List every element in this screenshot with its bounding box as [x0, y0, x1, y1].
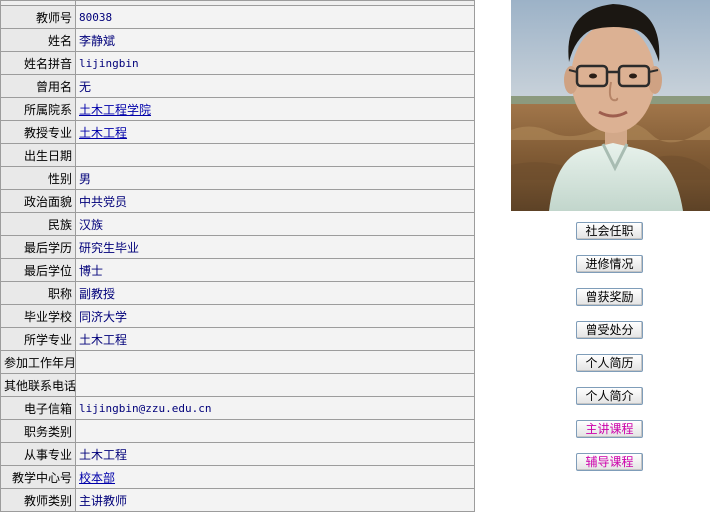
table-row: 性别男 — [0, 166, 475, 190]
field-value: 土木工程学院 — [75, 97, 475, 121]
teacher-photo — [511, 0, 710, 211]
table-row: 姓名 李静斌 — [0, 28, 475, 52]
table-row: 最后学历 研究生毕业 — [0, 235, 475, 259]
field-value: 同济大学 — [75, 304, 475, 328]
field-label: 教授专业 — [0, 120, 76, 144]
table-row: 民族 汉族 — [0, 212, 475, 236]
table-row: 教师类别 主讲教师 — [0, 488, 475, 512]
field-value: 副教授 — [75, 281, 475, 305]
info-table-body: 教师号 80038 姓名 李静斌 姓名拼音 lijingbin 曾用名无所属院系 土木工程学院… — [0, 0, 475, 512]
field-value: lijingbin — [75, 51, 475, 75]
field-value: lijingbin@zzu.edu.cn — [75, 396, 475, 420]
field-label: 最后学位 — [0, 258, 76, 282]
table-row: 政治面貌 中共党员 — [0, 189, 475, 213]
tutoring-courses-button[interactable]: 辅导课程 — [576, 453, 643, 471]
field-label: 从事专业 — [0, 442, 76, 466]
field-value-link[interactable]: 土木工程学院 — [79, 103, 151, 117]
field-label: 教师号 — [0, 5, 76, 29]
resume-button[interactable]: 个人简历 — [576, 354, 643, 372]
field-value — [75, 143, 475, 167]
field-value: 校本部 — [75, 465, 475, 489]
social-positions-button[interactable]: 社会任职 — [576, 222, 643, 240]
table-row: 职称 副教授 — [0, 281, 475, 305]
field-value: 土木工程 — [75, 442, 475, 466]
field-value — [75, 419, 475, 443]
field-label: 所学专业 — [0, 327, 76, 351]
table-row: 最后学位 博士 — [0, 258, 475, 282]
taught-courses-button[interactable]: 主讲课程 — [576, 420, 643, 438]
field-value: 汉族 — [75, 212, 475, 236]
table-row: 教授专业 土木工程 — [0, 120, 475, 144]
field-value: 主讲教师 — [75, 488, 475, 512]
table-row: 教师号 80038 — [0, 5, 475, 29]
personal-intro-button[interactable]: 个人简介 — [576, 387, 643, 405]
field-value-link[interactable]: 校本部 — [79, 471, 115, 485]
field-label: 出生日期 — [0, 143, 76, 167]
disciplinary-record-button[interactable]: 曾受处分 — [576, 321, 643, 339]
field-label: 所属院系 — [0, 97, 76, 121]
table-row: 电子信箱 lijingbin@zzu.edu.cn — [0, 396, 475, 420]
table-row: 参加工作年月 — [0, 350, 475, 374]
table-row: 教学中心号 校本部 — [0, 465, 475, 489]
field-label: 教师类别 — [0, 488, 76, 512]
field-value: 土木工程 — [75, 120, 475, 144]
further-study-button[interactable]: 进修情况 — [576, 255, 643, 273]
table-row: 曾用名无 — [0, 74, 475, 98]
field-label: 性别 — [0, 166, 76, 190]
table-row: 所学专业 土木工程 — [0, 327, 475, 351]
field-label: 教学中心号 — [0, 465, 76, 489]
table-row: 姓名拼音 lijingbin — [0, 51, 475, 75]
field-label: 职务类别 — [0, 419, 76, 443]
field-label: 参加工作年月 — [0, 350, 76, 374]
table-row: 毕业学校 同济大学 — [0, 304, 475, 328]
table-row: 从事专业 土木工程 — [0, 442, 475, 466]
awards-button[interactable]: 曾获奖励 — [576, 288, 643, 306]
teacher-info-table: 教师号 80038 姓名 李静斌 姓名拼音 lijingbin 曾用名无所属院系 土木工程学院… — [0, 0, 475, 512]
field-value — [75, 350, 475, 374]
portrait-image — [511, 0, 710, 211]
field-value: 中共党员 — [75, 189, 475, 213]
field-value — [75, 373, 475, 397]
field-label: 毕业学校 — [0, 304, 76, 328]
table-row: 出生日期 — [0, 143, 475, 167]
field-value: 80038 — [75, 5, 475, 29]
table-row: 职务类别 — [0, 419, 475, 443]
field-value: 男 — [75, 166, 475, 190]
field-label: 曾用名 — [0, 74, 76, 98]
field-label: 民族 — [0, 212, 76, 236]
field-label: 姓名拼音 — [0, 51, 76, 75]
field-value: 研究生毕业 — [75, 235, 475, 259]
field-value: 博士 — [75, 258, 475, 282]
field-label: 其他联系电话 — [0, 373, 76, 397]
field-label: 电子信箱 — [0, 396, 76, 420]
field-value: 李静斌 — [75, 28, 475, 52]
field-label: 职称 — [0, 281, 76, 305]
field-value: 土木工程 — [75, 327, 475, 351]
table-row: 所属院系 土木工程学院 — [0, 97, 475, 121]
field-label: 姓名 — [0, 28, 76, 52]
table-row: 其他联系电话 — [0, 373, 475, 397]
field-label: 政治面貌 — [0, 189, 76, 213]
field-value-link[interactable]: 土木工程 — [79, 126, 127, 140]
field-value: 无 — [75, 74, 475, 98]
field-label: 最后学历 — [0, 235, 76, 259]
